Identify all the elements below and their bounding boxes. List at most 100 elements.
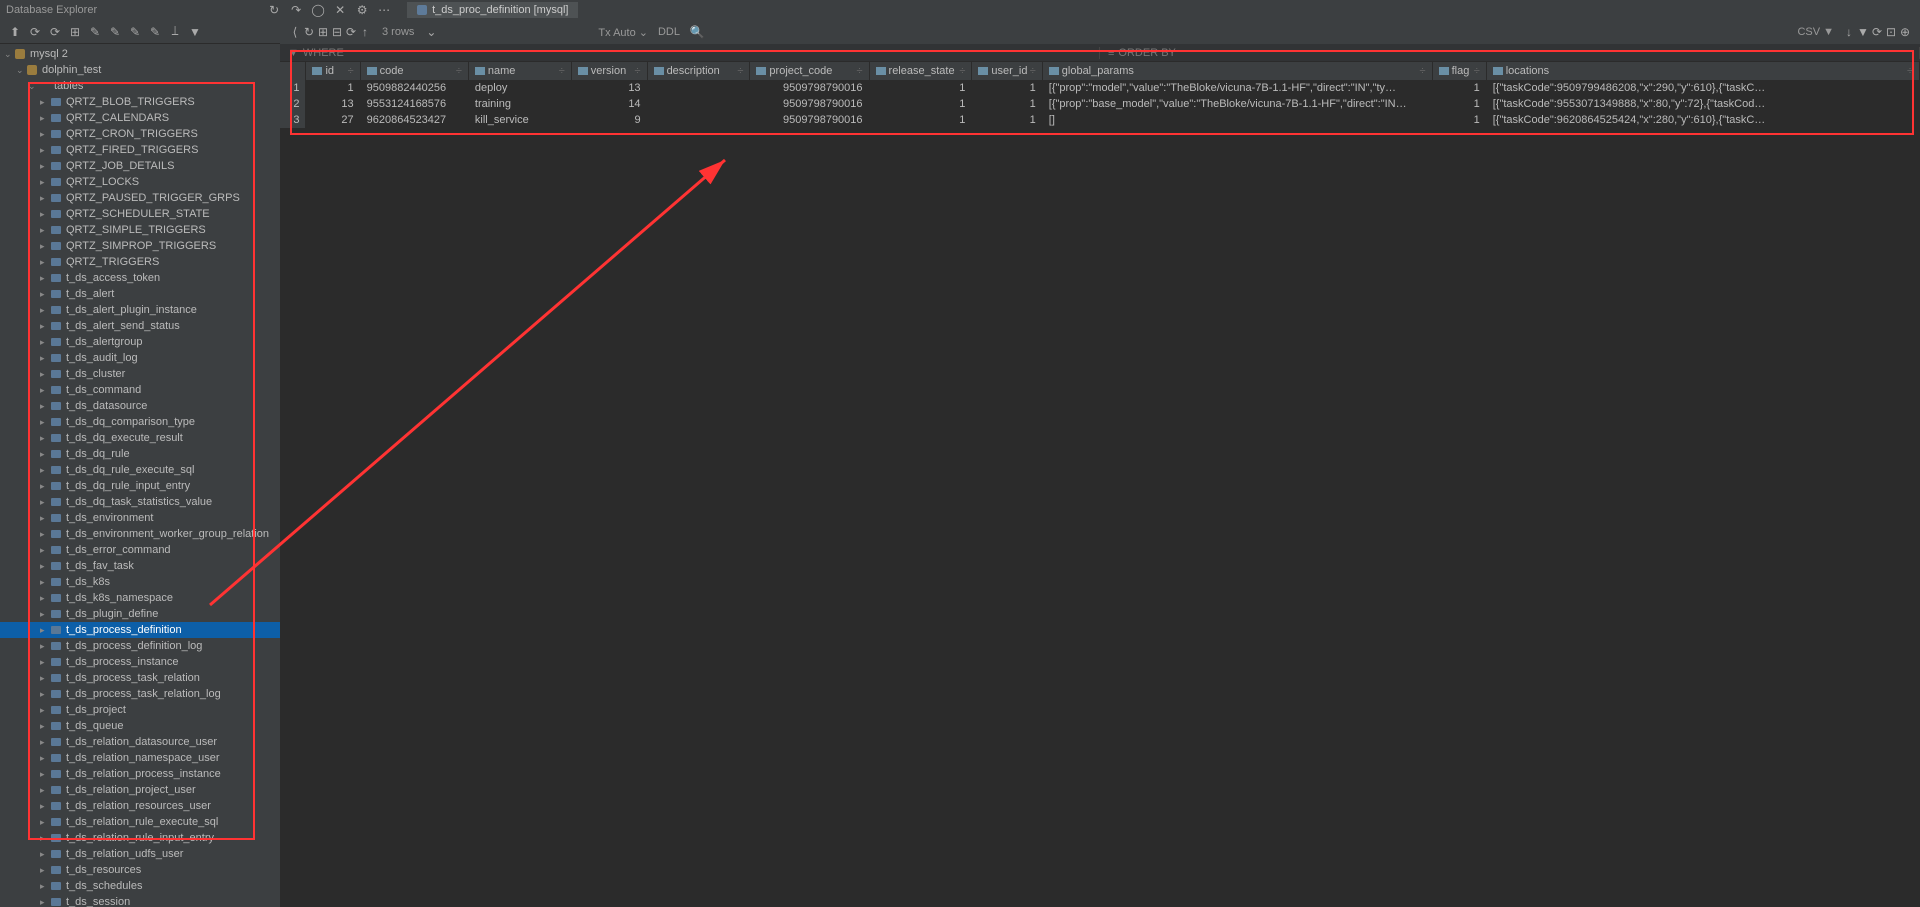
tree-table-item[interactable]: ▸t_ds_process_instance bbox=[0, 654, 280, 670]
cell-user_id[interactable]: 1 bbox=[972, 96, 1042, 112]
grid-right-icon[interactable]: ⊕ bbox=[1898, 25, 1912, 39]
grid-right-icon[interactable]: ⊡ bbox=[1884, 25, 1898, 39]
orderby-filter[interactable]: ≡ ORDER BY bbox=[1100, 47, 1920, 59]
tree-table-item[interactable]: ▸t_ds_error_command bbox=[0, 542, 280, 558]
cell-description[interactable] bbox=[647, 96, 750, 112]
cell-id[interactable]: 1 bbox=[306, 80, 360, 96]
tree-table-item[interactable]: ▸t_ds_relation_resources_user bbox=[0, 798, 280, 814]
cell-user_id[interactable]: 1 bbox=[972, 112, 1042, 128]
cell-name[interactable]: deploy bbox=[468, 80, 571, 96]
grid-right-icon[interactable]: ▼ bbox=[1856, 25, 1870, 39]
tree-table-item[interactable]: ▸t_ds_relation_rule_execute_sql bbox=[0, 814, 280, 830]
tree-table-item[interactable]: ▸QRTZ_SIMPROP_TRIGGERS bbox=[0, 238, 280, 254]
grid-nav-icon[interactable]: ↻ bbox=[302, 25, 316, 39]
table-row[interactable]: 119509882440256deploy13950979879001611[{… bbox=[280, 80, 1920, 96]
cell-id[interactable]: 13 bbox=[306, 96, 360, 112]
tree-table-item[interactable]: ▸t_ds_queue bbox=[0, 718, 280, 734]
sidebar-tool-icon[interactable]: ✎ bbox=[148, 25, 162, 39]
tree-table-item[interactable]: ▸QRTZ_PAUSED_TRIGGER_GRPS bbox=[0, 190, 280, 206]
tab-tool-icon[interactable]: ◯ bbox=[311, 3, 325, 17]
tree-table-item[interactable]: ▸QRTZ_TRIGGERS bbox=[0, 254, 280, 270]
tree-table-item[interactable]: ▸t_ds_alert bbox=[0, 286, 280, 302]
tree-table-item[interactable]: ▸t_ds_process_task_relation bbox=[0, 670, 280, 686]
editor-tab[interactable]: t_ds_proc_definition [mysql] bbox=[407, 2, 578, 18]
tree-table-item[interactable]: ▸t_ds_process_definition bbox=[0, 622, 280, 638]
cell-version[interactable]: 9 bbox=[571, 112, 647, 128]
tab-tool-icon[interactable]: ⋯ bbox=[377, 3, 391, 17]
search-icon[interactable]: 🔍 bbox=[690, 25, 704, 39]
col-header-user_id[interactable]: user_id ÷ bbox=[972, 62, 1042, 80]
col-header-description[interactable]: description ÷ bbox=[647, 62, 750, 80]
tree-table-item[interactable]: ▸t_ds_dq_task_statistics_value bbox=[0, 494, 280, 510]
tree-table-item[interactable]: ▸t_ds_datasource bbox=[0, 398, 280, 414]
sidebar-tool-icon[interactable]: ▼ bbox=[188, 25, 202, 39]
tree-table-item[interactable]: ▸QRTZ_LOCKS bbox=[0, 174, 280, 190]
cell-locations[interactable]: [{"taskCode":9509799486208,"x":290,"y":6… bbox=[1486, 80, 1919, 96]
cell-project_code[interactable]: 9509798790016 bbox=[750, 80, 869, 96]
tab-tool-icon[interactable]: ✕ bbox=[333, 3, 347, 17]
tree-table-item[interactable]: ▸t_ds_session bbox=[0, 894, 280, 907]
tree-table-item[interactable]: ▸t_ds_dq_rule_execute_sql bbox=[0, 462, 280, 478]
col-header-code[interactable]: code ÷ bbox=[360, 62, 468, 80]
cell-global_params[interactable]: [] bbox=[1042, 112, 1432, 128]
tree-table-item[interactable]: ▸t_ds_dq_comparison_type bbox=[0, 414, 280, 430]
grid-nav-icon[interactable]: ⊟ bbox=[330, 25, 344, 39]
cell-project_code[interactable]: 9509798790016 bbox=[750, 112, 869, 128]
table-row[interactable]: 3279620864523427kill_service995097987900… bbox=[280, 112, 1920, 128]
rows-dropdown-icon[interactable]: ⌄ bbox=[424, 25, 438, 39]
col-header-locations[interactable]: locations ÷ bbox=[1486, 62, 1919, 80]
tree-table-item[interactable]: ▸t_ds_fav_task bbox=[0, 558, 280, 574]
tree-table-item[interactable]: ▸t_ds_alert_plugin_instance bbox=[0, 302, 280, 318]
grid-right-icon[interactable]: ⟳ bbox=[1870, 25, 1884, 39]
col-header-version[interactable]: version ÷ bbox=[571, 62, 647, 80]
cell-flag[interactable]: 1 bbox=[1432, 96, 1486, 112]
tree-table-item[interactable]: ▸t_ds_relation_namespace_user bbox=[0, 750, 280, 766]
col-header-global_params[interactable]: global_params ÷ bbox=[1042, 62, 1432, 80]
tx-mode[interactable]: Tx Auto ⌄ bbox=[598, 26, 648, 39]
table-row[interactable]: 2139553124168576training1495097987900161… bbox=[280, 96, 1920, 112]
tree-table-item[interactable]: ▸QRTZ_CALENDARS bbox=[0, 110, 280, 126]
tree-table-item[interactable]: ▸t_ds_relation_project_user bbox=[0, 782, 280, 798]
grid-nav-icon[interactable]: ⊞ bbox=[316, 25, 330, 39]
cell-global_params[interactable]: [{"prop":"model","value":"TheBloke/vicun… bbox=[1042, 80, 1432, 96]
export-format[interactable]: CSV ▼ bbox=[1797, 26, 1834, 38]
tree-table-item[interactable]: ▸QRTZ_CRON_TRIGGERS bbox=[0, 126, 280, 142]
sidebar-tool-icon[interactable]: ⟳ bbox=[28, 25, 42, 39]
tree-table-item[interactable]: ▸t_ds_environment_worker_group_relation bbox=[0, 526, 280, 542]
tab-tool-icon[interactable]: ↷ bbox=[289, 3, 303, 17]
cell-code[interactable]: 9620864523427 bbox=[360, 112, 468, 128]
tree-table-item[interactable]: ▸t_ds_relation_datasource_user bbox=[0, 734, 280, 750]
tree-table-item[interactable]: ▸QRTZ_SCHEDULER_STATE bbox=[0, 206, 280, 222]
tree-table-item[interactable]: ▸t_ds_process_task_relation_log bbox=[0, 686, 280, 702]
cell-name[interactable]: training bbox=[468, 96, 571, 112]
grid-nav-icon[interactable]: ⟨ bbox=[288, 25, 302, 39]
cell-version[interactable]: 13 bbox=[571, 80, 647, 96]
cell-id[interactable]: 27 bbox=[306, 112, 360, 128]
col-header-id[interactable]: id ÷ bbox=[306, 62, 360, 80]
cell-project_code[interactable]: 9509798790016 bbox=[750, 96, 869, 112]
tab-tool-icon[interactable]: ⚙ bbox=[355, 3, 369, 17]
sidebar-tool-icon[interactable]: ✎ bbox=[108, 25, 122, 39]
tree-table-item[interactable]: ▸t_ds_relation_process_instance bbox=[0, 766, 280, 782]
tree-table-item[interactable]: ▸QRTZ_BLOB_TRIGGERS bbox=[0, 94, 280, 110]
tree-table-item[interactable]: ▸QRTZ_SIMPLE_TRIGGERS bbox=[0, 222, 280, 238]
tree-table-item[interactable]: ▸QRTZ_FIRED_TRIGGERS bbox=[0, 142, 280, 158]
cell-release_state[interactable]: 1 bbox=[869, 80, 972, 96]
col-header-name[interactable]: name ÷ bbox=[468, 62, 571, 80]
cell-locations[interactable]: [{"taskCode":9553071349888,"x":80,"y":72… bbox=[1486, 96, 1919, 112]
tree-table-item[interactable]: ▸t_ds_audit_log bbox=[0, 350, 280, 366]
cell-code[interactable]: 9553124168576 bbox=[360, 96, 468, 112]
sidebar-tool-icon[interactable]: ⊞ bbox=[68, 25, 82, 39]
sidebar-tool-icon[interactable]: ⟳ bbox=[48, 25, 62, 39]
cell-description[interactable] bbox=[647, 80, 750, 96]
sidebar-tool-icon[interactable]: ✎ bbox=[128, 25, 142, 39]
tree-table-item[interactable]: ▸t_ds_relation_udfs_user bbox=[0, 846, 280, 862]
data-grid[interactable]: id ÷code ÷name ÷version ÷description ÷pr… bbox=[280, 62, 1920, 128]
tree-datasource[interactable]: ⌄mysql 2 bbox=[0, 46, 280, 62]
tree-table-item[interactable]: ▸t_ds_cluster bbox=[0, 366, 280, 382]
cell-flag[interactable]: 1 bbox=[1432, 80, 1486, 96]
cell-flag[interactable]: 1 bbox=[1432, 112, 1486, 128]
cell-release_state[interactable]: 1 bbox=[869, 96, 972, 112]
tab-tool-icon[interactable]: ↻ bbox=[267, 3, 281, 17]
tree-table-item[interactable]: ▸t_ds_dq_execute_result bbox=[0, 430, 280, 446]
